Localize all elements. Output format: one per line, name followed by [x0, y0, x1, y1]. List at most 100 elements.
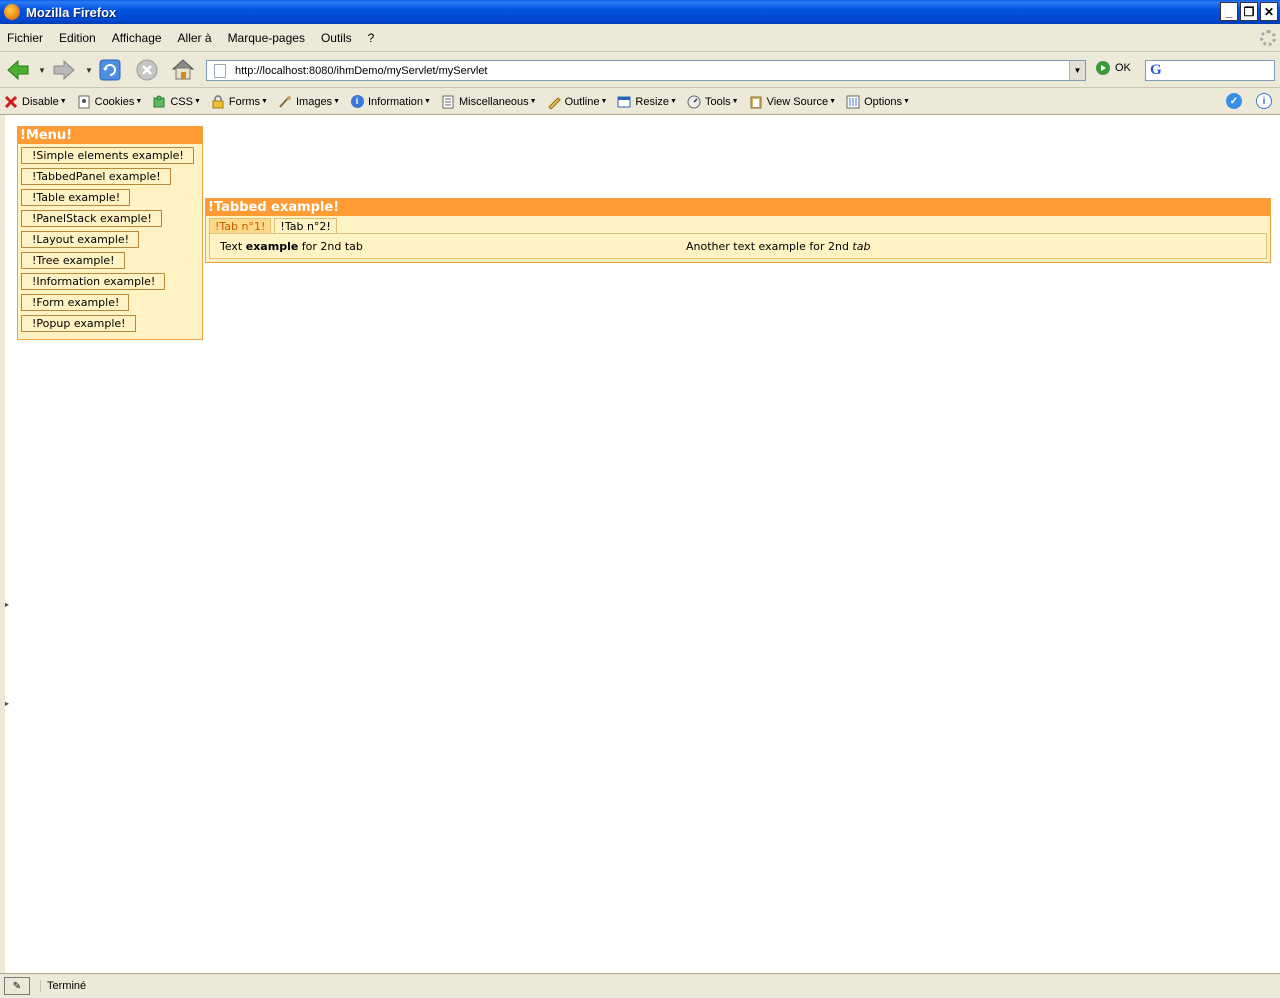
- forward-button[interactable]: [51, 57, 77, 83]
- url-bar: ▼: [206, 60, 1086, 81]
- stop-button[interactable]: [134, 57, 160, 83]
- status-label: Terminé: [47, 980, 87, 992]
- status-text: Terminé: [40, 980, 86, 992]
- tab-2[interactable]: !Tab n°2!: [274, 218, 337, 233]
- right-text-pre: Another text example for 2nd: [686, 239, 853, 253]
- dev-tools[interactable]: Tools ▼: [687, 95, 739, 109]
- menu-panelstack-button[interactable]: !PanelStack example!: [21, 210, 162, 227]
- page-icon: [214, 63, 226, 78]
- tab-1[interactable]: !Tab n°1!: [209, 218, 272, 233]
- sidebar-grip-icon[interactable]: ▸ ▸: [5, 600, 9, 708]
- menu-popup-button[interactable]: !Popup example!: [21, 315, 136, 332]
- reload-button[interactable]: [97, 57, 123, 83]
- dev-information-label: Information: [368, 95, 424, 108]
- menu-table-button[interactable]: !Table example!: [21, 189, 131, 206]
- dev-miscellaneous-label: Miscellaneous: [458, 95, 529, 108]
- left-text-post: for 2nd tab: [298, 239, 363, 253]
- pencil-icon: [547, 95, 561, 109]
- back-button[interactable]: [5, 57, 31, 83]
- dev-resize-label: Resize: [635, 95, 670, 108]
- menu-panel-title: !Menu!: [18, 127, 202, 144]
- tabbed-panel-title: !Tabbed example!: [206, 199, 1270, 216]
- validation-check-icon[interactable]: ✓: [1226, 93, 1242, 109]
- menu-tabbedpanel-button[interactable]: !TabbedPanel example!: [21, 168, 171, 185]
- tab-content-right: Another text example for 2nd tab: [686, 240, 870, 253]
- dev-options-label: Options: [864, 95, 903, 108]
- menu-outils[interactable]: Outils: [313, 31, 360, 45]
- cookie-icon: [77, 95, 91, 109]
- misc-list-icon: [441, 95, 455, 109]
- info-icon: i: [350, 95, 364, 109]
- dev-resize[interactable]: Resize ▼: [617, 95, 677, 109]
- reload-icon: [99, 59, 121, 81]
- dev-images-label: Images: [295, 95, 333, 108]
- dev-view-source[interactable]: View Source ▼: [749, 95, 836, 109]
- menu-information-button[interactable]: !Information example!: [21, 273, 166, 290]
- right-text-italic: tab: [852, 239, 871, 253]
- dev-outline-label: Outline: [564, 95, 600, 108]
- search-input[interactable]: [1165, 64, 1266, 77]
- lock-icon: [211, 94, 225, 109]
- dev-outline[interactable]: Outline ▼: [547, 95, 607, 109]
- url-input[interactable]: [235, 64, 1055, 77]
- menu-fichier[interactable]: Fichier: [0, 31, 51, 45]
- url-history-dropdown-icon[interactable]: ▼: [1069, 61, 1085, 80]
- images-brush-icon: [278, 95, 292, 109]
- css-puzzle-icon: [152, 95, 166, 109]
- dev-miscellaneous[interactable]: Miscellaneous ▼: [441, 95, 537, 109]
- menu-form-button[interactable]: !Form example!: [21, 294, 130, 311]
- options-sliders-icon: [846, 95, 860, 109]
- dev-information[interactable]: i Information ▼: [350, 95, 431, 109]
- window-title: Mozilla Firefox: [26, 4, 117, 20]
- minimize-button[interactable]: _: [1220, 2, 1238, 21]
- menu-list: !Simple elements example! !TabbedPanel e…: [18, 144, 202, 339]
- status-pen-icon: ✎: [4, 977, 30, 995]
- menu-affichage[interactable]: Affichage: [104, 31, 170, 45]
- menu-help[interactable]: ?: [360, 31, 383, 45]
- restore-button[interactable]: ❐: [1240, 2, 1258, 21]
- clipboard-icon: [749, 95, 763, 109]
- forward-dropdown-icon[interactable]: ▼: [85, 66, 93, 75]
- menu-layout-button[interactable]: !Layout example!: [21, 231, 140, 248]
- navigation-toolbar: ▼ ▼ ▼ OK G: [0, 52, 1280, 88]
- home-button[interactable]: [170, 56, 196, 82]
- left-text-bold: example: [245, 239, 299, 253]
- menu-tree-button[interactable]: !Tree example!: [21, 252, 125, 269]
- throbber-icon: [1260, 30, 1276, 46]
- page-content: ▸ ▸ !Menu! !Simple elements example! !Tab…: [0, 115, 1280, 973]
- dev-images[interactable]: Images ▼: [278, 95, 340, 109]
- close-button[interactable]: ✕: [1260, 2, 1278, 21]
- forward-arrow-icon: [53, 59, 75, 81]
- menu-aller-a[interactable]: Aller à: [170, 31, 220, 45]
- stop-icon: [136, 59, 158, 81]
- tabbed-panel: !Tabbed example! !Tab n°1! !Tab n°2! Tex…: [205, 198, 1271, 263]
- web-developer-toolbar: Disable ▼ Cookies ▼ CSS ▼ Forms ▼ Images ▼ i …: [0, 89, 1280, 115]
- gauge-icon: [687, 95, 701, 109]
- red-x-icon: [4, 95, 18, 109]
- menu-simple-elements-button[interactable]: !Simple elements example!: [21, 147, 194, 164]
- menu-edition[interactable]: Edition: [51, 31, 104, 45]
- dev-cookies[interactable]: Cookies ▼: [77, 95, 142, 109]
- dev-disable-label: Disable: [22, 95, 59, 108]
- menu-panel: !Menu! !Simple elements example! !Tabbed…: [17, 126, 203, 340]
- dev-css-label: CSS: [170, 95, 193, 108]
- left-text-pre: Text: [220, 239, 246, 253]
- info-circle-icon[interactable]: i: [1256, 93, 1272, 109]
- status-bar: ✎ Terminé: [0, 973, 1280, 998]
- go-arrow-icon: [1096, 61, 1110, 75]
- window-titlebar: Mozilla Firefox _ ❐ ✕: [0, 0, 1280, 24]
- google-icon[interactable]: G: [1150, 62, 1162, 79]
- menu-bar: Fichier Edition Affichage Aller à Marque…: [0, 24, 1280, 52]
- back-dropdown-icon[interactable]: ▼: [38, 66, 46, 75]
- dev-options[interactable]: Options ▼: [846, 95, 910, 109]
- menu-marque-pages[interactable]: Marque-pages: [220, 31, 313, 45]
- go-button[interactable]: OK: [1096, 61, 1131, 75]
- dev-forms[interactable]: Forms ▼: [211, 94, 268, 109]
- dev-tools-label: Tools: [704, 95, 731, 108]
- tab-content: Text example for 2nd tab Another text ex…: [209, 233, 1267, 259]
- dev-disable[interactable]: Disable ▼: [4, 95, 67, 109]
- dev-css[interactable]: CSS ▼: [152, 95, 201, 109]
- tab-content-left: Text example for 2nd tab: [220, 240, 363, 253]
- tab-strip: !Tab n°1! !Tab n°2!: [206, 216, 1270, 233]
- firefox-icon: [4, 4, 20, 20]
